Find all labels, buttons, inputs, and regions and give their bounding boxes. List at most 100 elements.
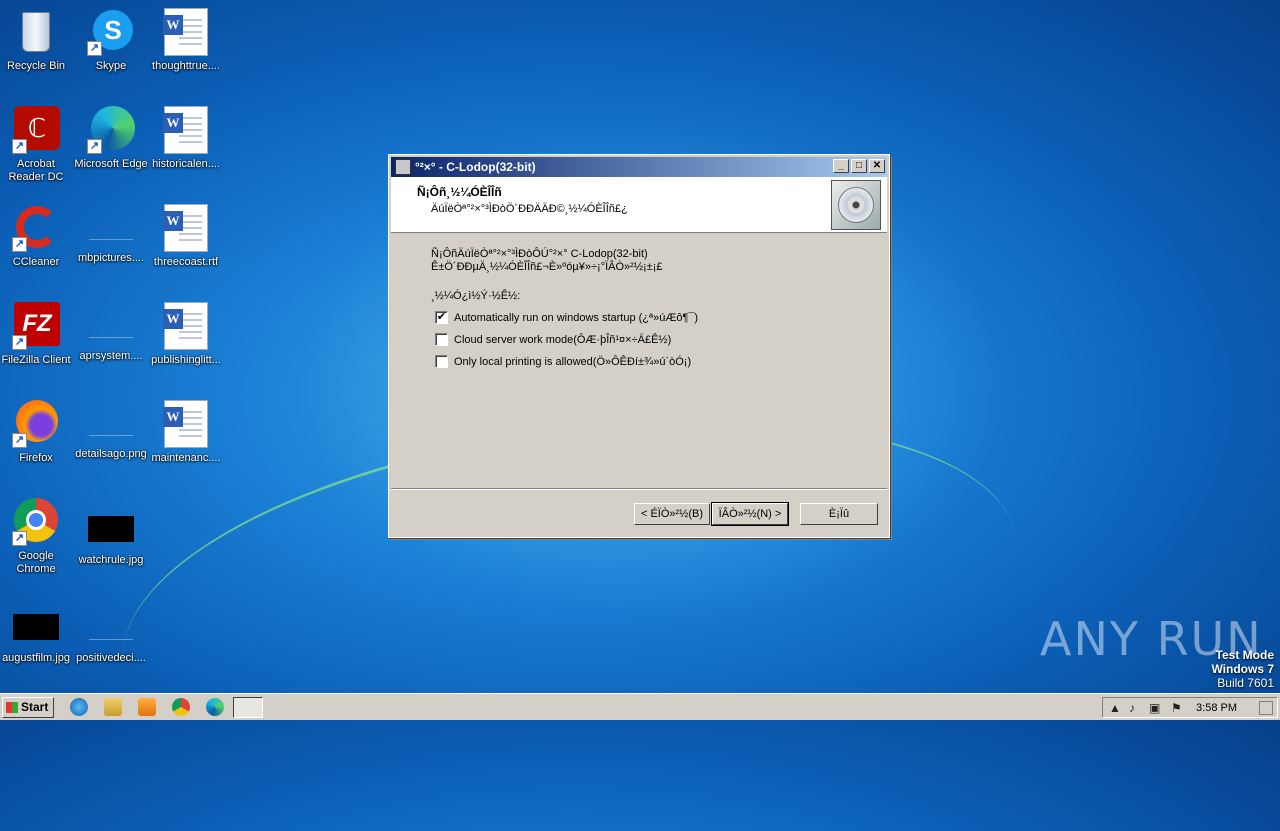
desktop-icon-threecoast[interactable]: W threecoast.rtf — [148, 204, 224, 269]
button-separator — [391, 488, 887, 490]
desktop-icon-skype[interactable]: S ↗ Skype — [73, 8, 149, 73]
desktop-icon-label: thoughttrue.... — [152, 60, 220, 72]
option-label: Automatically run on windows startup (¿ª… — [454, 311, 699, 324]
recycle-bin-icon — [12, 8, 60, 56]
system-tray: ▲ ♪ ▣ ⚑ 3:58 PM — [1102, 697, 1278, 718]
test-mode-notice: Test Mode Windows 7 Build 7601 — [1211, 648, 1274, 690]
maximize-button[interactable]: □ — [851, 159, 867, 173]
shortcut-arrow-icon: ↗ — [12, 139, 27, 154]
ccleaner-icon: ↗ — [12, 204, 60, 252]
back-button[interactable]: < ÉÏÒ»²½(B) — [634, 503, 710, 525]
test-mode-label: Test Mode — [1215, 648, 1274, 662]
shortcut-arrow-icon: ↗ — [87, 41, 102, 56]
image-thumbnail — [13, 614, 59, 640]
shortcut-arrow-icon: ↗ — [12, 531, 27, 546]
desktop-icon-label: detailsago.png — [75, 448, 147, 460]
desktop-icon-positivedeci[interactable]: positivedeci.... — [73, 604, 149, 665]
desktop-icon-augustfilm[interactable]: augustfilm.jpg — [0, 604, 74, 665]
desktop-icon-maintenanc[interactable]: W maintenanc.... — [148, 400, 224, 465]
wizard-description-line: Ê±Ö´ÐÐµÄ¸½¼ÓÈÎÎñ£¬È»ºóµ¥»÷¡°ÏÂÒ»²½¡±¡£ — [431, 261, 663, 273]
desktop-icon-ccleaner[interactable]: ↗ CCleaner — [0, 204, 74, 269]
word-document-icon: W — [163, 8, 208, 56]
action-center-flag-icon[interactable]: ⚑ — [1171, 701, 1182, 715]
desktop-icon-acrobat[interactable]: ℂ ↗ Acrobat Reader DC — [0, 106, 74, 184]
wizard-description-line: Ñ¡ÔñÄúÏëÒª°²×°³ÌÐòÔÚ°²×° C-Lodop(32-bit) — [431, 248, 648, 260]
installer-window: °²×° - C-Lodop(32-bit) _ □ ✕ Ñ¡Ôñ¸½¼ÓÈÎÎ… — [388, 154, 890, 538]
wizard-header: Ñ¡Ôñ¸½¼ÓÈÎÎñ ÄúÏëÒª°²×°³ÌÐòÖ´ÐÐÄÄÐ©¸½¼ÓÈ… — [391, 177, 887, 233]
window-titlebar[interactable]: °²×° - C-Lodop(32-bit) _ □ ✕ — [391, 157, 887, 177]
desktop-icon-firefox[interactable]: ↗ Firefox — [0, 400, 74, 465]
desktop-icon-publishinglitt[interactable]: W publishinglitt... — [148, 302, 224, 367]
desktop-icon-label: CCleaner — [12, 256, 60, 268]
option-autostart[interactable]: ✔ Automatically run on windows startup (… — [435, 311, 698, 324]
desktop-icon-label: historicalen.... — [152, 158, 220, 170]
taskbar: Start ▲ ♪ ▣ ⚑ 3:58 PM — [0, 693, 1280, 720]
close-button[interactable]: ✕ — [869, 159, 885, 173]
desktop-icon-label: mbpictures.... — [77, 252, 145, 264]
wizard-header-title: Ñ¡Ôñ¸½¼ÓÈÎÎñ — [417, 185, 502, 199]
desktop-icon-label: FileZilla Client — [1, 354, 71, 366]
word-document-icon: W — [163, 302, 208, 350]
desktop-icon-label: Firefox — [19, 452, 53, 464]
option-local-printing[interactable]: Only local printing is allowed(Ö»ÔÊÐí±¾»… — [435, 355, 691, 368]
show-hidden-icons-icon[interactable]: ▲ — [1109, 701, 1121, 715]
cancel-button[interactable]: È¡Ïû — [800, 503, 878, 525]
shortcut-arrow-icon: ↗ — [12, 433, 27, 448]
tasks-group-label: ¸½¼Ó¿ì½Ý·½Ê½: — [431, 290, 521, 302]
file-thumbnail — [89, 316, 133, 338]
file-thumbnail — [89, 618, 133, 640]
edge-taskbar-icon[interactable] — [206, 698, 224, 716]
desktop-icon-edge[interactable]: ↗ Microsoft Edge — [73, 106, 149, 171]
desktop-icon-detailsago[interactable]: detailsago.png — [73, 400, 149, 461]
firefox-icon: ↗ — [12, 400, 60, 448]
desktop-icon-label: augustfilm.jpg — [2, 652, 70, 664]
desktop-icon-historicalen[interactable]: W historicalen.... — [148, 106, 224, 171]
edge-icon: ↗ — [87, 106, 135, 154]
taskbar-clock[interactable]: 3:58 PM — [1196, 700, 1237, 716]
desktop-icon-label: Microsoft Edge — [74, 158, 148, 170]
desktop-icon-thoughttrue[interactable]: W thoughttrue.... — [148, 8, 224, 73]
desktop-icon-watchrule[interactable]: watchrule.jpg — [73, 506, 149, 567]
desktop-icon-label: watchrule.jpg — [78, 554, 144, 566]
minimize-button[interactable]: _ — [833, 159, 849, 173]
show-desktop-button[interactable] — [1259, 701, 1273, 715]
option-cloud-server[interactable]: Cloud server work mode(ÔÆ·þÎñ¹¤×÷Ä£Ê½) — [435, 333, 671, 346]
volume-icon[interactable]: ♪ — [1129, 701, 1135, 715]
chrome-taskbar-icon[interactable] — [172, 698, 190, 716]
build-label: Build 7601 — [1217, 676, 1274, 690]
filezilla-icon: FZ ↗ — [12, 302, 60, 350]
word-document-icon: W — [163, 204, 208, 252]
word-document-icon: W — [163, 106, 208, 154]
local-printing-checkbox[interactable] — [435, 355, 448, 368]
cd-disc-icon — [831, 180, 881, 230]
media-player-icon[interactable] — [138, 698, 156, 716]
file-explorer-icon[interactable] — [104, 698, 122, 716]
shortcut-arrow-icon: ↗ — [12, 335, 27, 350]
internet-explorer-icon[interactable] — [70, 698, 88, 716]
desktop-icon-recycle-bin[interactable]: Recycle Bin — [0, 8, 74, 73]
option-label: Cloud server work mode(ÔÆ·þÎñ¹¤×÷Ä£Ê½) — [454, 333, 672, 346]
file-thumbnail — [89, 414, 133, 436]
desktop-icon-mbpictures[interactable]: mbpictures.... — [73, 204, 149, 265]
next-button[interactable]: ÏÂÒ»²½(N) > — [711, 502, 789, 526]
desktop-icon-label: Recycle Bin — [6, 60, 66, 72]
cloud-server-checkbox[interactable] — [435, 333, 448, 346]
desktop-icon-filezilla[interactable]: FZ ↗ FileZilla Client — [0, 302, 74, 367]
acrobat-icon: ℂ ↗ — [12, 106, 60, 154]
wizard-header-subtitle: ÄúÏëÒª°²×°³ÌÐòÖ´ÐÐÄÄÐ©¸½¼ÓÈÎÎñ£¿ — [431, 203, 628, 215]
desktop-icon-label: publishinglitt... — [151, 354, 221, 366]
file-thumbnail — [89, 218, 133, 240]
desktop-icon-label: threecoast.rtf — [153, 256, 219, 268]
wizard-description: Ñ¡ÔñÄúÏëÒª°²×°³ÌÐòÔÚ°²×° C-Lodop(32-bit)… — [431, 248, 662, 274]
word-document-icon: W — [163, 400, 208, 448]
os-label: Windows 7 — [1211, 662, 1274, 676]
network-icon[interactable]: ▣ — [1149, 701, 1160, 715]
desktop-icon-aprsystem[interactable]: aprsystem.... — [73, 302, 149, 363]
window-title: °²×° - C-Lodop(32-bit) — [415, 160, 536, 174]
taskbar-item-installer[interactable] — [233, 697, 263, 718]
image-thumbnail — [88, 516, 134, 542]
desktop-icon-label: Acrobat Reader DC — [8, 158, 64, 183]
autostart-checkbox[interactable]: ✔ — [435, 311, 448, 324]
start-button[interactable]: Start — [2, 697, 54, 718]
desktop-icon-chrome[interactable]: ↗ Google Chrome — [0, 498, 74, 576]
